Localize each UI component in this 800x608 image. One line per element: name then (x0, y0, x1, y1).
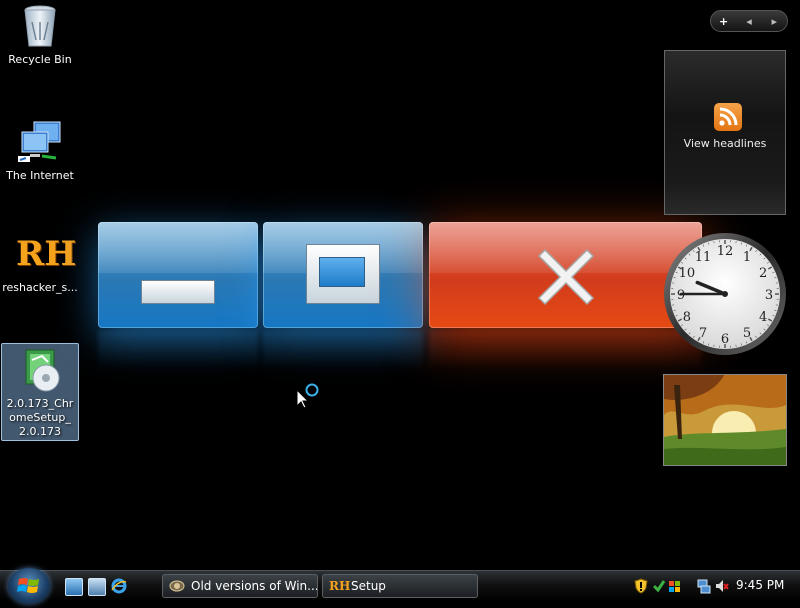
sidebar-controls: + ◂ ▸ (710, 10, 788, 32)
desktop-icon-reshacker[interactable]: RH reshacker_s... (2, 230, 78, 295)
installer-icon (16, 346, 64, 394)
clock-numeral: 12 (717, 244, 734, 259)
taskbar-button-setup[interactable]: RH Setup (322, 574, 478, 598)
internet-explorer-icon[interactable] (111, 578, 127, 594)
slideshow-photo (664, 375, 786, 465)
taskbar-button-label: Old versions of Win... (191, 579, 318, 593)
taskbar-button-label: Setup (351, 579, 386, 593)
desktop-icon-the-internet[interactable]: The Internet (2, 118, 78, 183)
minimize-reflection (98, 330, 258, 370)
clock-gadget[interactable]: 121234567891011 (663, 232, 787, 356)
close-button[interactable] (429, 222, 702, 328)
folder-globe-icon (169, 579, 185, 593)
clock-numeral: 3 (765, 288, 773, 303)
reshacker-icon: RH (16, 230, 64, 278)
start-button[interactable] (8, 568, 50, 604)
reshacker-icon: RH (329, 579, 345, 593)
clock-numeral: 11 (695, 250, 712, 265)
desktop-icon-label: The Internet (2, 169, 78, 183)
desktop-icon-recycle-bin[interactable]: Recycle Bin (2, 2, 78, 67)
minimize-button[interactable] (98, 222, 258, 328)
taskbar-clock[interactable]: 9:45 PM (736, 578, 784, 592)
minimize-icon (141, 280, 215, 304)
desktop-icon-chrome-setup[interactable]: 2.0.173_ChromeSetup_2.0.173 (1, 343, 79, 441)
taskbar: Old versions of Win... RH Setup 9:45 PM (0, 570, 800, 601)
rss-icon (714, 103, 742, 131)
clock-numeral: 7 (699, 326, 707, 341)
taskbar-button-old-versions[interactable]: Old versions of Win... (162, 574, 318, 598)
security-shield-icon[interactable] (634, 578, 648, 594)
show-desktop-icon[interactable] (65, 578, 83, 596)
maximize-reflection (263, 330, 423, 370)
network-status-icon[interactable] (697, 578, 711, 594)
add-gadget-button[interactable]: + (711, 15, 736, 28)
view-headlines-link[interactable]: View headlines (665, 137, 785, 150)
next-gadgets-button[interactable]: ▸ (762, 15, 787, 28)
clock-numeral: 1 (743, 250, 751, 265)
recycle-bin-icon (16, 2, 64, 50)
slideshow-gadget[interactable] (663, 374, 787, 466)
switch-windows-icon[interactable] (88, 578, 106, 596)
updates-icon[interactable] (652, 578, 666, 594)
busy-cursor-icon (296, 382, 322, 408)
close-reflection (429, 330, 702, 370)
maximize-button[interactable] (263, 222, 423, 328)
volume-muted-icon[interactable] (715, 578, 729, 594)
desktop-icon-label: Recycle Bin (2, 53, 78, 67)
clock-numeral: 9 (677, 288, 685, 303)
clock-numeral: 2 (759, 266, 767, 281)
desktop-icon-label: 2.0.173_ChromeSetup_2.0.173 (2, 397, 78, 439)
windows-logo-icon (8, 568, 50, 604)
clock-numeral: 5 (743, 326, 751, 341)
clock-pivot (722, 291, 728, 297)
clock-numeral: 8 (683, 310, 691, 325)
close-icon (531, 242, 601, 312)
desktop-icon-label: reshacker_s... (2, 281, 78, 295)
clock-numeral: 4 (759, 310, 767, 325)
windows-flag-icon[interactable] (668, 578, 682, 594)
network-icon (16, 118, 64, 166)
previous-gadgets-button[interactable]: ◂ (736, 15, 761, 28)
feed-headlines-gadget[interactable]: View headlines (664, 50, 786, 215)
maximize-icon (306, 244, 380, 304)
